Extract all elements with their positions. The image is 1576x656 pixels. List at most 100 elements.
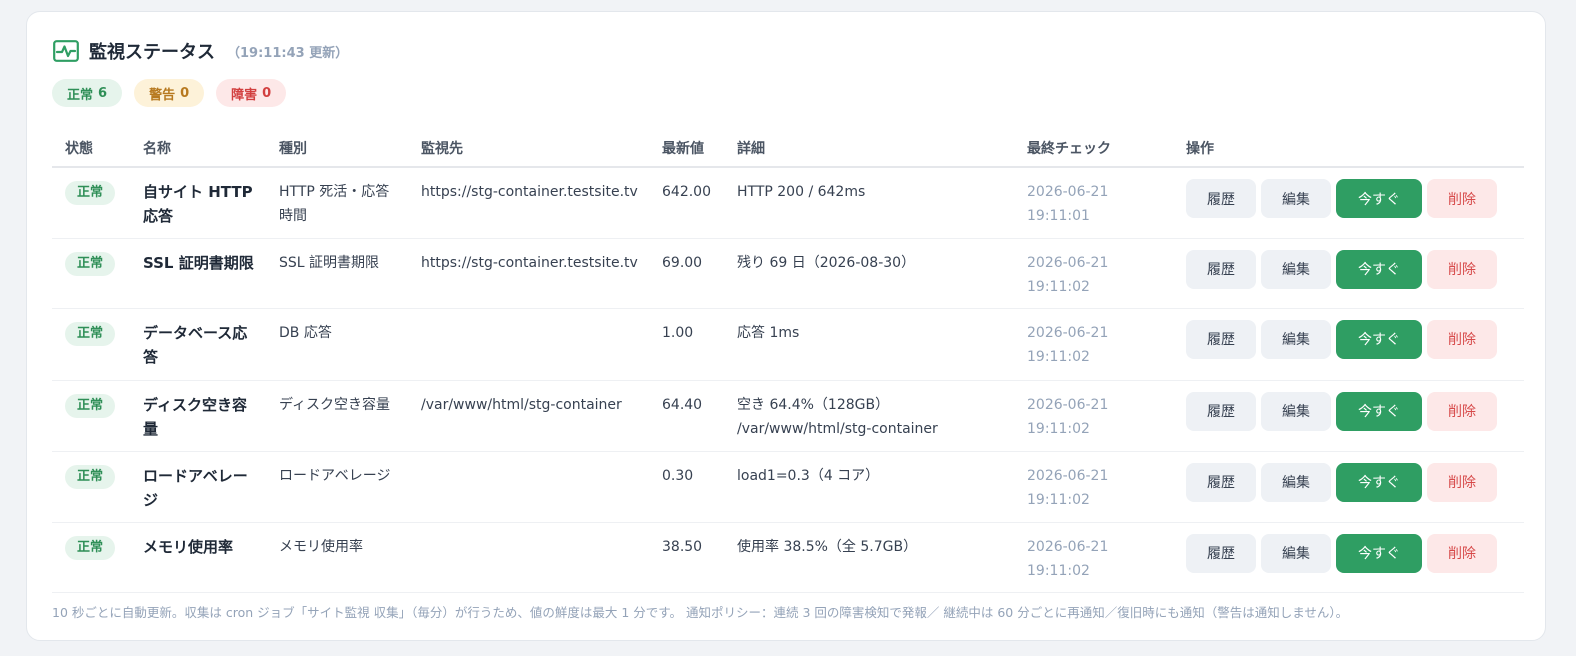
col-ops: 操作 (1178, 130, 1524, 168)
row-actions: 履歴 編集 今すぐ 削除 (1178, 238, 1524, 309)
row-target: /var/www/html/stg-container (408, 380, 652, 452)
table-row: 正常 データベース応答 DB 応答 1.00 応答 1ms 2026-06-21… (52, 308, 1524, 381)
row-latest: 642.00 (652, 167, 724, 239)
edit-button[interactable]: 編集 (1261, 391, 1331, 431)
table-row: 正常 ロードアベレージ ロードアベレージ 0.30 load1=0.3（4 コア… (52, 451, 1524, 523)
updated-time: （19:11:43 更新） (227, 45, 349, 61)
row-actions: 履歴 編集 今すぐ 削除 (1178, 308, 1524, 381)
summary-warn-label: 警告 (149, 87, 176, 103)
summary-ok-label: 正常 (67, 87, 94, 103)
row-type: ディスク空き容量 (266, 380, 408, 452)
summary-ok-count: 6 (98, 85, 108, 101)
table-header-row: 状態 名称 種別 監視先 最新値 詳細 最終チェック 操作 (52, 130, 1524, 168)
run-now-button[interactable]: 今すぐ (1336, 319, 1422, 359)
row-last-check: 2026-06-21 19:11:02 (1014, 308, 1178, 381)
row-status-cell: 正常 (52, 308, 130, 381)
edit-button[interactable]: 編集 (1261, 533, 1331, 573)
monitor-table: 状態 名称 種別 監視先 最新値 詳細 最終チェック 操作 正常 自サイト HT… (52, 130, 1524, 593)
row-name: メモリ使用率 (130, 522, 266, 593)
row-type: メモリ使用率 (266, 522, 408, 593)
row-latest: 0.30 (652, 451, 724, 523)
status-badge: 正常 (65, 535, 116, 560)
history-button[interactable]: 履歴 (1186, 179, 1256, 218)
row-detail: 応答 1ms (724, 308, 1014, 381)
row-name: ロードアベレージ (130, 451, 266, 523)
delete-button[interactable]: 削除 (1427, 179, 1497, 218)
row-actions: 履歴 編集 今すぐ 削除 (1178, 451, 1524, 523)
row-name: SSL 証明書期限 (130, 238, 266, 309)
history-button[interactable]: 履歴 (1186, 462, 1256, 502)
row-target: https://stg-container.testsite.tv (408, 167, 652, 239)
row-name: ディスク空き容量 (130, 380, 266, 452)
row-last-check: 2026-06-21 19:11:02 (1014, 380, 1178, 452)
row-type: SSL 証明書期限 (266, 238, 408, 309)
row-actions: 履歴 編集 今すぐ 削除 (1178, 167, 1524, 239)
delete-button[interactable]: 削除 (1427, 462, 1497, 502)
history-button[interactable]: 履歴 (1186, 319, 1256, 359)
row-detail: load1=0.3（4 コア） (724, 451, 1014, 523)
run-now-button[interactable]: 今すぐ (1336, 249, 1422, 289)
run-now-button[interactable]: 今すぐ (1336, 179, 1422, 218)
table-row: 正常 SSL 証明書期限 SSL 証明書期限 https://stg-conta… (52, 238, 1524, 309)
delete-button[interactable]: 削除 (1427, 391, 1497, 431)
history-button[interactable]: 履歴 (1186, 391, 1256, 431)
row-target (408, 308, 652, 381)
row-latest: 38.50 (652, 522, 724, 593)
row-latest: 64.40 (652, 380, 724, 452)
page-title: 監視ステータス (89, 42, 215, 63)
row-status-cell: 正常 (52, 380, 130, 452)
summary-err-count: 0 (262, 85, 272, 101)
row-name: 自サイト HTTP 応答 (130, 167, 266, 239)
row-last-check: 2026-06-21 19:11:02 (1014, 238, 1178, 309)
row-latest: 69.00 (652, 238, 724, 309)
col-last-check: 最終チェック (1014, 130, 1178, 168)
summary-warn-badge: 警告 0 (134, 79, 205, 107)
status-badge: 正常 (65, 181, 116, 205)
row-status-cell: 正常 (52, 238, 130, 309)
row-type: HTTP 死活・応答時間 (266, 167, 408, 239)
status-badge: 正常 (65, 393, 116, 418)
run-now-button[interactable]: 今すぐ (1336, 533, 1422, 573)
col-status: 状態 (52, 130, 130, 168)
col-detail: 詳細 (724, 130, 1014, 168)
delete-button[interactable]: 削除 (1427, 249, 1497, 289)
summary-warn-count: 0 (180, 85, 190, 101)
edit-button[interactable]: 編集 (1261, 319, 1331, 359)
row-status-cell: 正常 (52, 451, 130, 523)
status-badge: 正常 (65, 464, 116, 489)
table-row: 正常 ディスク空き容量 ディスク空き容量 /var/www/html/stg-c… (52, 380, 1524, 452)
table-row: 正常 メモリ使用率 メモリ使用率 38.50 使用率 38.5%（全 5.7GB… (52, 522, 1524, 593)
row-type: DB 応答 (266, 308, 408, 381)
history-button[interactable]: 履歴 (1186, 249, 1256, 289)
row-last-check: 2026-06-21 19:11:01 (1014, 167, 1178, 239)
row-type: ロードアベレージ (266, 451, 408, 523)
monitor-status-card: 監視ステータス （19:11:43 更新） 正常 6 警告 0 障害 0 状態 名称 … (26, 11, 1546, 641)
row-actions: 履歴 編集 今すぐ 削除 (1178, 380, 1524, 452)
edit-button[interactable]: 編集 (1261, 249, 1331, 289)
col-latest: 最新値 (652, 130, 724, 168)
delete-button[interactable]: 削除 (1427, 533, 1497, 573)
row-target (408, 451, 652, 523)
delete-button[interactable]: 削除 (1427, 319, 1497, 359)
row-last-check: 2026-06-21 19:11:02 (1014, 451, 1178, 523)
summary-err-label: 障害 (231, 87, 258, 103)
summary-ok-badge: 正常 6 (52, 79, 123, 107)
col-name: 名称 (130, 130, 266, 168)
status-summary: 正常 6 警告 0 障害 0 (52, 79, 287, 107)
row-target: https://stg-container.testsite.tv (408, 238, 652, 309)
row-detail: HTTP 200 / 642ms (724, 167, 1014, 239)
edit-button[interactable]: 編集 (1261, 179, 1331, 218)
edit-button[interactable]: 編集 (1261, 462, 1331, 502)
run-now-button[interactable]: 今すぐ (1336, 462, 1422, 502)
run-now-button[interactable]: 今すぐ (1336, 391, 1422, 431)
summary-err-badge: 障害 0 (216, 79, 287, 107)
row-status-cell: 正常 (52, 522, 130, 593)
row-target (408, 522, 652, 593)
col-target: 監視先 (408, 130, 652, 168)
row-status-cell: 正常 (52, 167, 130, 239)
history-button[interactable]: 履歴 (1186, 533, 1256, 573)
activity-icon (53, 40, 79, 62)
status-badge: 正常 (65, 321, 116, 346)
table-row: 正常 自サイト HTTP 応答 HTTP 死活・応答時間 https://stg… (52, 167, 1524, 239)
col-type: 種別 (266, 130, 408, 168)
